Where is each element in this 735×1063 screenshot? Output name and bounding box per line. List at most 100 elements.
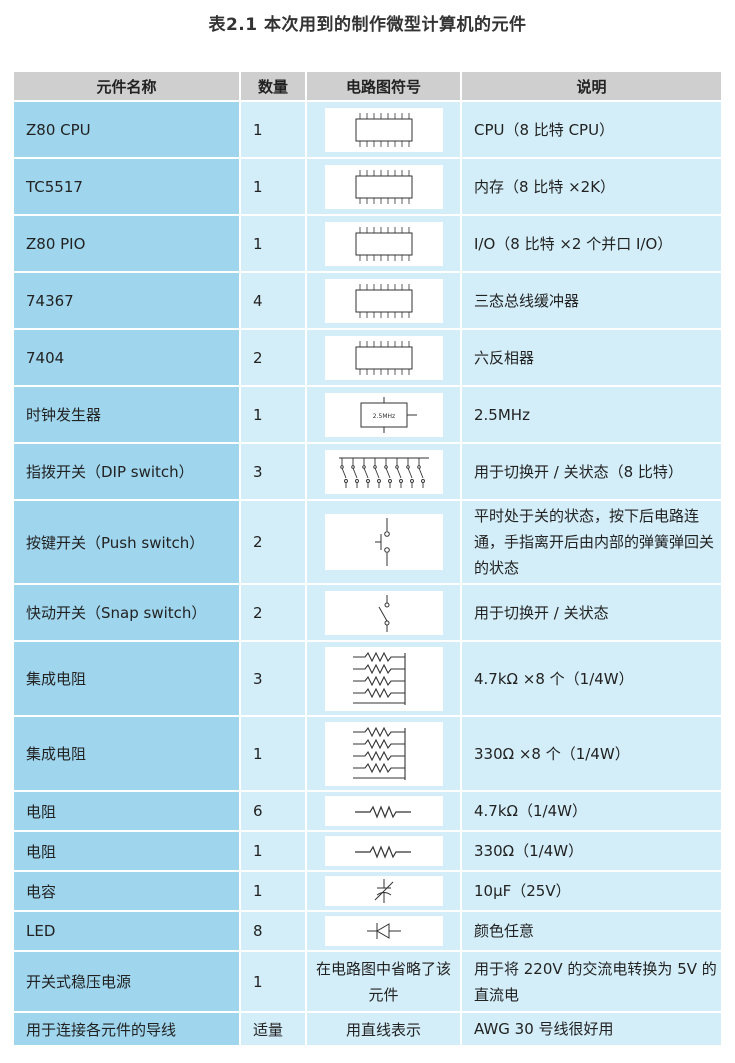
part-symbol <box>306 272 462 330</box>
part-symbol-text: 在电路图中省略了该元件 <box>306 951 462 1013</box>
table-row: LED 8 颜色任意 <box>14 911 723 952</box>
part-qty: 2 <box>240 500 307 585</box>
part-desc: 330Ω（1/4W） <box>461 831 723 872</box>
part-desc: 用于切换开 / 关状态 <box>461 584 723 642</box>
part-desc: 4.7kΩ ×8 个（1/4W） <box>461 641 723 717</box>
table-row: 用于连接各元件的导线 适量 用直线表示 AWG 30 号线很好用 <box>14 1012 723 1047</box>
header-name: 元件名称 <box>14 72 241 102</box>
part-symbol <box>306 500 462 585</box>
part-symbol: 2.5MHz <box>306 386 462 444</box>
part-qty: 2 <box>240 584 307 642</box>
part-symbol <box>306 911 462 952</box>
part-name: 74367 <box>14 272 241 330</box>
table-row: 时钟发生器 1 2.5MHz 2.5MHz <box>14 386 723 444</box>
resistor-icon <box>324 796 443 826</box>
part-qty: 适量 <box>240 1012 307 1047</box>
header-qty: 数量 <box>240 72 307 102</box>
ic-chip-icon <box>324 107 443 152</box>
part-qty: 8 <box>240 911 307 952</box>
part-qty: 1 <box>240 215 307 273</box>
part-qty: 3 <box>240 443 307 501</box>
part-symbol <box>306 329 462 387</box>
part-name: 按键开关（Push switch） <box>14 500 241 585</box>
part-symbol <box>306 158 462 216</box>
part-symbol <box>306 831 462 872</box>
table-row: Z80 PIO 1 I/O（8 比特 ×2 个并口 I/O） <box>14 215 723 273</box>
part-qty: 6 <box>240 791 307 832</box>
part-name: 时钟发生器 <box>14 386 241 444</box>
part-symbol <box>306 101 462 159</box>
resistor-network-icon <box>324 646 443 711</box>
part-desc: 用于将 220V 的交流电转换为 5V 的直流电 <box>461 951 723 1013</box>
table-row: 电容 1 10μF（25V） <box>14 871 723 912</box>
dip-switch-icon <box>324 449 443 494</box>
part-name: Z80 CPU <box>14 101 241 159</box>
part-qty: 4 <box>240 272 307 330</box>
part-name: 快动开关（Snap switch） <box>14 584 241 642</box>
ic-chip-icon <box>324 335 443 380</box>
part-symbol <box>306 641 462 717</box>
part-qty: 1 <box>240 158 307 216</box>
part-desc: 六反相器 <box>461 329 723 387</box>
part-desc: 内存（8 比特 ×2K） <box>461 158 723 216</box>
part-name: 指拨开关（DIP switch） <box>14 443 241 501</box>
table-row: 74367 4 三态总线缓冲器 <box>14 272 723 330</box>
table-row: 电阻 1 330Ω（1/4W） <box>14 831 723 872</box>
part-name: 集成电阻 <box>14 716 241 792</box>
push-switch-icon <box>324 514 443 570</box>
part-desc: 2.5MHz <box>461 386 723 444</box>
part-desc: 4.7kΩ（1/4W） <box>461 791 723 832</box>
part-desc: 330Ω ×8 个（1/4W） <box>461 716 723 792</box>
part-symbol <box>306 215 462 273</box>
part-symbol <box>306 871 462 912</box>
table-row: 电阻 6 4.7kΩ（1/4W） <box>14 791 723 832</box>
part-qty: 1 <box>240 386 307 444</box>
part-name: 用于连接各元件的导线 <box>14 1012 241 1047</box>
table-row: 按键开关（Push switch） 2 平时处于关的状态，按下后电路连通，手指离… <box>14 500 723 585</box>
ic-chip-icon <box>324 164 443 209</box>
part-name: Z80 PIO <box>14 215 241 273</box>
part-qty: 1 <box>240 951 307 1013</box>
part-desc: 10μF（25V） <box>461 871 723 912</box>
part-qty: 1 <box>240 101 307 159</box>
header-desc: 说明 <box>461 72 723 102</box>
part-desc: AWG 30 号线很好用 <box>461 1012 723 1047</box>
part-name: 电容 <box>14 871 241 912</box>
resistor-icon <box>324 836 443 866</box>
part-desc: 用于切换开 / 关状态（8 比特） <box>461 443 723 501</box>
resistor-network-icon <box>324 721 443 786</box>
parts-table: 元件名称 数量 电路图符号 说明 Z80 CPU 1 CPU（8 比特 CPU）… <box>14 72 723 1047</box>
part-name: 集成电阻 <box>14 641 241 717</box>
part-desc: 三态总线缓冲器 <box>461 272 723 330</box>
part-qty: 1 <box>240 871 307 912</box>
table-row: Z80 CPU 1 CPU（8 比特 CPU） <box>14 101 723 159</box>
part-qty: 1 <box>240 831 307 872</box>
table-row: TC5517 1 内存（8 比特 ×2K） <box>14 158 723 216</box>
part-name: LED <box>14 911 241 952</box>
ic-chip-icon <box>324 221 443 266</box>
part-qty: 3 <box>240 641 307 717</box>
table-row: 指拨开关（DIP switch） 3 用于切换开 / 关状态（8 比特） <box>14 443 723 501</box>
snap-switch-icon <box>324 590 443 635</box>
part-symbol-text: 用直线表示 <box>306 1012 462 1047</box>
capacitor-icon <box>324 876 443 906</box>
part-name: 开关式稳压电源 <box>14 951 241 1013</box>
table-row: 开关式稳压电源 1 在电路图中省略了该元件 用于将 220V 的交流电转换为 5… <box>14 951 723 1013</box>
part-qty: 1 <box>240 716 307 792</box>
table-header-row: 元件名称 数量 电路图符号 说明 <box>14 72 723 102</box>
part-desc: 平时处于关的状态，按下后电路连通，手指离开后由内部的弹簧弹回关的状态 <box>461 500 723 585</box>
ic-chip-icon <box>324 278 443 323</box>
part-symbol <box>306 443 462 501</box>
table-row: 集成电阻 3 4.7kΩ ×8 个（1/4W） <box>14 641 723 717</box>
oscillator-label: 2.5MHz <box>372 413 394 420</box>
part-desc: I/O（8 比特 ×2 个并口 I/O） <box>461 215 723 273</box>
table-title: 表2.1 本次用到的制作微型计算机的元件 <box>208 15 527 35</box>
part-symbol <box>306 716 462 792</box>
part-symbol <box>306 791 462 832</box>
table-row: 7404 2 六反相器 <box>14 329 723 387</box>
part-name: TC5517 <box>14 158 241 216</box>
table-row: 集成电阻 1 330Ω ×8 个（1/4W） <box>14 716 723 792</box>
header-symbol: 电路图符号 <box>306 72 462 102</box>
part-desc: CPU（8 比特 CPU） <box>461 101 723 159</box>
oscillator-icon: 2.5MHz <box>324 392 443 437</box>
